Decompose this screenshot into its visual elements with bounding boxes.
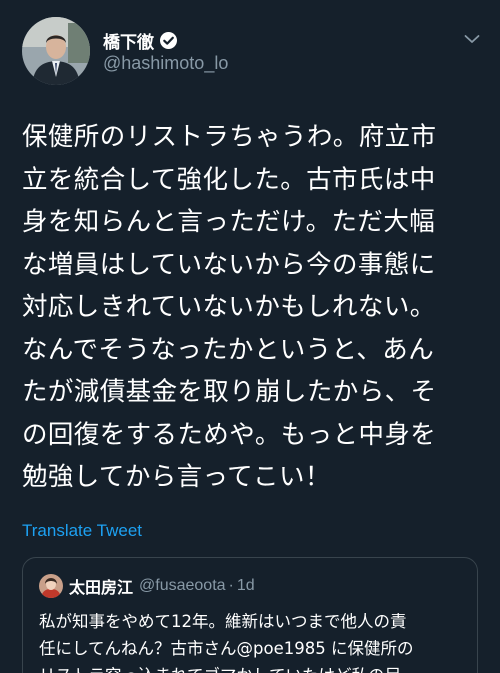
person-photo-avatar-icon [39,574,63,598]
author-handle[interactable]: @hashimoto_lo [103,53,228,74]
author-display-name[interactable]: 橋下徹 [103,28,154,53]
translate-tweet-link[interactable]: Translate Tweet [22,521,142,541]
quoted-tweet-timestamp: 1d [236,577,255,594]
tweet-text-line: 対応しきれていないかもしれない。 [22,292,436,322]
verified-badge-icon [159,31,178,50]
quoted-tweet-text-line: リストラ突っ込まれてゴマかしていたけど私の足 [39,662,469,673]
tweet-text-line: なんでそうなったかというと、あん [22,334,435,365]
quoted-tweet-text-line: 任にしてんねん？古市さん@poe1985 に保健所の [39,639,414,658]
tweet-text-line: 保健所のリストラちゃうわ。府立市 [22,122,437,152]
quoted-author-handle: @fusaeoota [139,577,226,594]
author-name-row[interactable]: 橋下徹 [103,28,178,53]
quoted-author-display-name: 太田房江 [69,578,134,597]
chevron-down-icon[interactable] [462,29,482,49]
tweet-body: 保健所のリストラちゃうわ。府立市 立を統合して強化した。古市氏は中 身を知らんと… [22,116,492,499]
tweet-text-line: な増員はしていないから今の事態に [22,249,436,280]
person-photo-avatar-icon [22,17,90,85]
quoted-tweet-body: 私が知事をやめて12年。維新はいつまで他人の責 任にしてんねん？古市さん@poe… [39,608,469,673]
tweet-text-line: 勉強してから言ってこい！ [22,462,331,492]
tweet-text-line: の回復をするためや。もっと中身を [22,419,437,450]
quoted-tweet-text-line: 私が知事をやめて12年。維新はいつまで他人の責 [39,612,407,631]
tweet-text-line: 身を知らんと言っただけ。ただ大幅 [22,207,436,237]
author-avatar[interactable] [22,17,90,85]
quoted-tweet-header: 太田房江 @fusaeoota · 1d [39,574,255,598]
quoted-tweet-card[interactable]: 太田房江 @fusaeoota · 1d 私が知事をやめて12年。維新はいつまで… [22,557,478,673]
tweet-text-line: 立を統合して強化した。古市氏は中 [22,164,436,195]
quoted-author-avatar [39,574,63,598]
separator-dot: · [228,577,234,594]
tweet-text-line: たが減債基金を取り崩したから、そ [22,377,437,407]
